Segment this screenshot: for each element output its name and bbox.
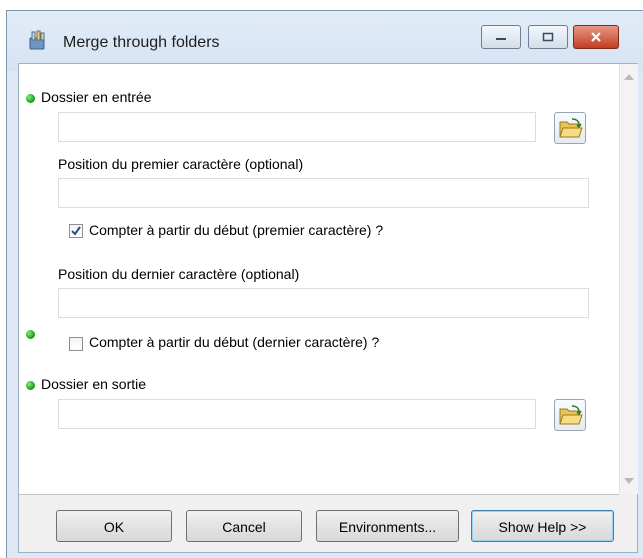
input-folder-label: Dossier en entrée xyxy=(41,89,152,105)
output-folder-label: Dossier en sortie xyxy=(41,376,147,392)
ok-button[interactable]: OK xyxy=(56,510,172,542)
scroll-down-arrow-icon[interactable] xyxy=(624,478,634,484)
minimize-button[interactable] xyxy=(481,25,521,49)
output-folder-browse-button[interactable] xyxy=(554,399,586,431)
first-char-label: Position du premier caractère (optional) xyxy=(58,156,304,172)
count-last-checkbox[interactable] xyxy=(69,337,83,351)
environments-button[interactable]: Environments... xyxy=(316,510,459,542)
folder-open-icon xyxy=(559,118,583,138)
input-folder-field[interactable] xyxy=(58,112,536,142)
maximize-icon xyxy=(529,26,567,48)
parameters-panel: Dossier en entrée Position du premier ca… xyxy=(19,64,619,495)
close-button[interactable] xyxy=(573,25,619,49)
close-icon xyxy=(574,26,618,48)
folder-open-icon xyxy=(559,405,583,425)
last-char-label: Position du dernier caractère (optional) xyxy=(58,266,300,282)
required-dot-icon xyxy=(26,330,35,339)
cancel-button[interactable]: Cancel xyxy=(186,510,302,542)
toolbox-icon xyxy=(27,29,49,51)
vertical-scrollbar[interactable] xyxy=(619,64,638,494)
count-first-checkbox[interactable] xyxy=(69,224,83,238)
checkmark-icon xyxy=(71,226,81,236)
required-dot-icon xyxy=(26,381,35,390)
dialog-window: Merge through folders Dossier en entrée xyxy=(6,10,643,558)
input-folder-browse-button[interactable] xyxy=(554,112,586,144)
title-bar[interactable]: Merge through folders xyxy=(7,11,643,71)
window-title: Merge through folders xyxy=(63,34,220,51)
output-folder-field[interactable] xyxy=(58,399,536,429)
count-first-label: Compter à partir du début (premier carac… xyxy=(89,222,384,238)
first-char-field[interactable] xyxy=(58,178,589,208)
last-char-field[interactable] xyxy=(58,288,589,318)
maximize-button[interactable] xyxy=(528,25,568,49)
dialog-client-area: Dossier en entrée Position du premier ca… xyxy=(18,63,638,553)
required-dot-icon xyxy=(26,94,35,103)
count-last-label: Compter à partir du début (dernier carac… xyxy=(89,334,380,350)
show-help-button[interactable]: Show Help >> xyxy=(471,510,614,542)
scroll-up-arrow-icon[interactable] xyxy=(624,74,634,80)
minimize-icon xyxy=(482,26,520,48)
